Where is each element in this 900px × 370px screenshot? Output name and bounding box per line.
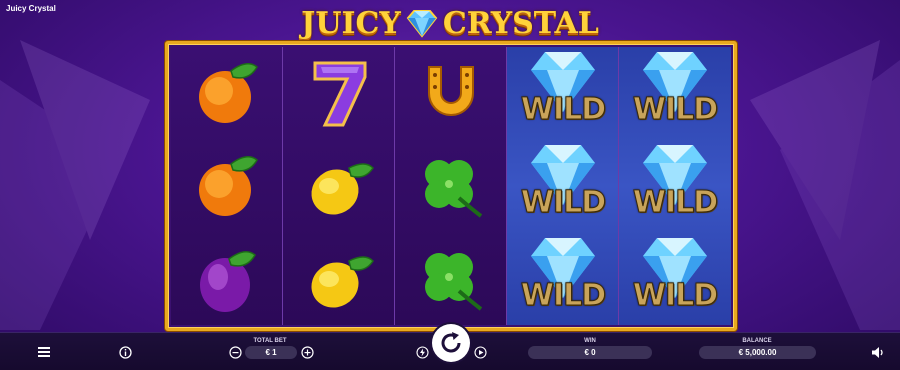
diamond-logo-icon	[406, 10, 438, 38]
game-logo: JUICY CRYSTAL	[300, 2, 600, 44]
lightning-icon	[415, 345, 429, 359]
symbol-horseshoe	[395, 47, 507, 139]
lemon-icon	[311, 163, 374, 215]
total-bet-label: TOTAL BET	[253, 338, 287, 344]
lemon-icon	[311, 256, 374, 308]
background-shards-right	[750, 40, 900, 330]
reels-frame: WILD WILD WILD WILD WILD WILD	[165, 41, 737, 331]
info-button[interactable]	[117, 344, 133, 360]
total-bet-value: € 1	[245, 346, 297, 359]
plus-icon	[300, 345, 314, 359]
symbol-orange	[171, 47, 283, 139]
turbo-button[interactable]	[415, 345, 429, 359]
horseshoe-icon	[428, 66, 474, 116]
logo-word-crystal: CRYSTAL	[442, 5, 599, 41]
symbol-orange	[171, 140, 283, 232]
spin-button[interactable]	[432, 324, 470, 362]
decrease-bet-button[interactable]	[228, 345, 242, 359]
reel-5: WILD WILD WILD	[619, 47, 731, 325]
plum-icon	[200, 251, 256, 312]
symbol-clover	[395, 140, 507, 232]
seven-icon	[313, 61, 367, 127]
symbol-plum	[171, 233, 283, 325]
reels-grid: WILD WILD WILD WILD WILD WILD	[171, 47, 731, 325]
autoplay-icon	[473, 345, 487, 359]
reel-2	[283, 47, 395, 325]
wild-label: WILD	[632, 185, 718, 221]
reel-3	[395, 47, 507, 325]
menu-icon	[38, 347, 50, 357]
background-shards-left	[0, 40, 150, 330]
win-label: WIN	[584, 338, 596, 344]
symbol-lemon	[283, 140, 395, 232]
speaker-icon	[871, 346, 883, 358]
minus-icon	[228, 345, 242, 359]
symbol-clover	[395, 233, 507, 325]
spin-arrow-icon	[441, 332, 461, 353]
window-title: Juicy Crystal	[6, 4, 56, 13]
win-value: € 0	[528, 346, 652, 359]
clover-icon	[425, 253, 483, 311]
orange-icon	[199, 156, 258, 216]
wild-label: WILD	[632, 92, 718, 128]
symbol-seven	[283, 47, 395, 139]
reel-1	[171, 47, 283, 325]
logo-word-juicy: JUICY	[301, 5, 401, 41]
symbol-wild: WILD	[619, 47, 731, 139]
increase-bet-button[interactable]	[300, 345, 314, 359]
info-icon	[118, 345, 132, 359]
orange-icon	[199, 63, 258, 123]
symbol-wild: WILD	[507, 47, 619, 139]
sound-button[interactable]	[870, 344, 886, 360]
reel-4: WILD WILD WILD	[507, 47, 619, 325]
balance-label: BALANCE	[742, 338, 772, 344]
symbol-lemon	[283, 233, 395, 325]
balance-value: € 5,000.00	[699, 346, 816, 359]
symbol-wild: WILD	[619, 233, 731, 325]
wild-label: WILD	[520, 278, 606, 314]
wild-label: WILD	[632, 278, 718, 314]
menu-button[interactable]	[36, 344, 52, 360]
clover-icon	[425, 160, 483, 218]
wild-label: WILD	[520, 185, 606, 221]
symbol-wild: WILD	[507, 233, 619, 325]
autoplay-button[interactable]	[473, 345, 487, 359]
symbol-wild: WILD	[507, 140, 619, 232]
symbol-wild: WILD	[619, 140, 731, 232]
wild-label: WILD	[520, 92, 606, 128]
